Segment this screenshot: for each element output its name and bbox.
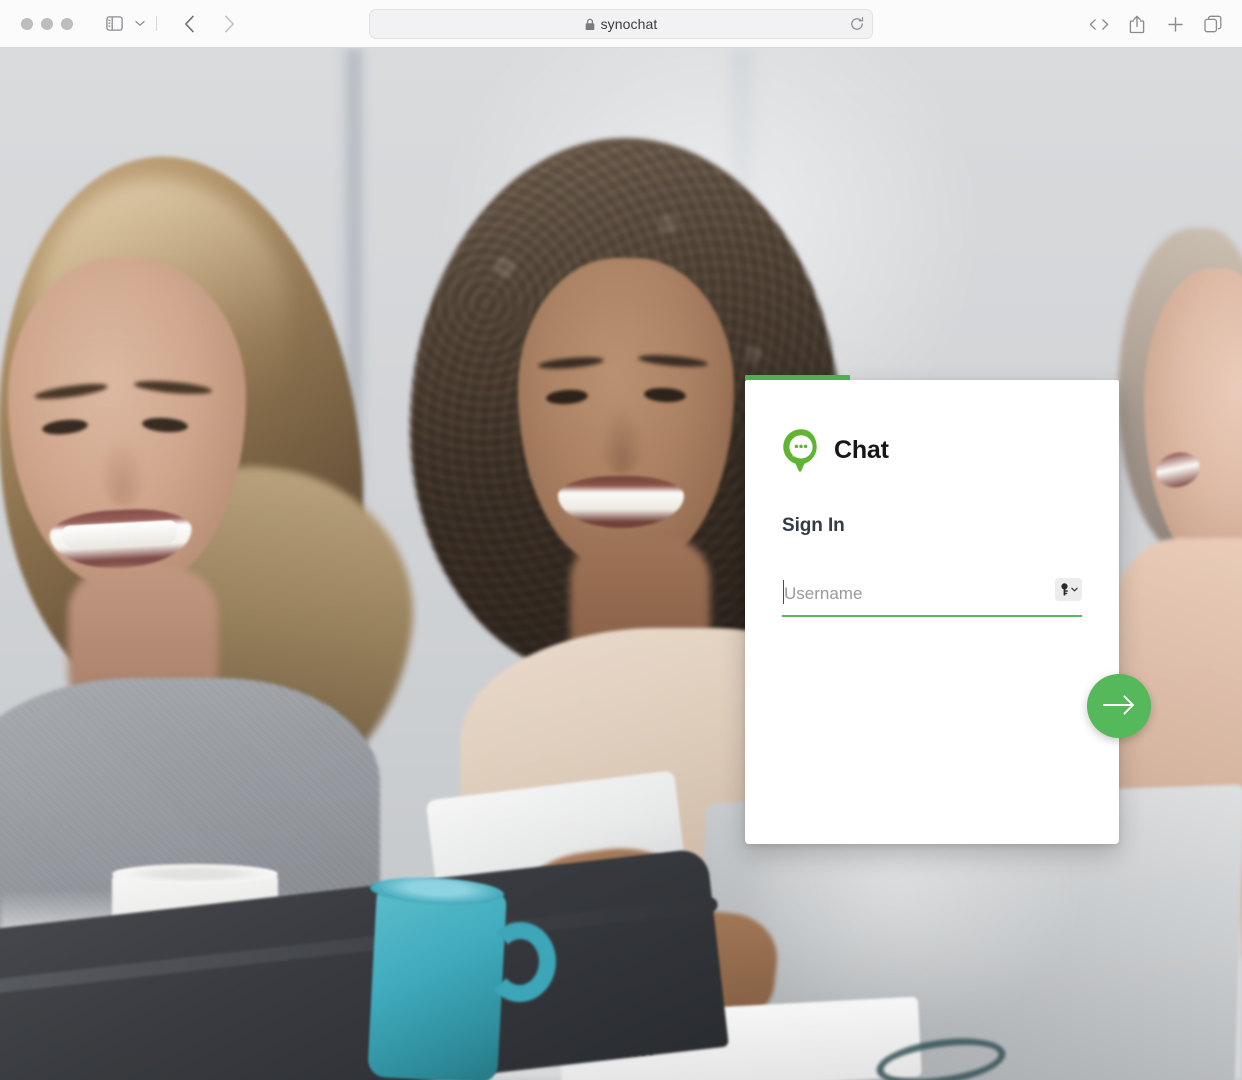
address-bar-container: synochat <box>369 9 873 39</box>
tab-overview-icon[interactable] <box>1198 10 1228 38</box>
brand-name: Chat <box>834 435 889 464</box>
brand-row: Chat <box>782 428 1082 472</box>
arrow-right-icon <box>1102 694 1136 719</box>
address-bar[interactable]: synochat <box>369 9 873 39</box>
chat-bubble-logo-icon <box>782 428 820 472</box>
forward-button[interactable] <box>214 10 244 38</box>
username-field-group <box>782 577 1082 617</box>
lock-icon <box>585 18 595 31</box>
text-caret <box>783 580 784 604</box>
new-tab-icon[interactable] <box>1160 10 1190 38</box>
url-text: synochat <box>600 16 658 32</box>
address-bar-content: synochat <box>585 16 658 32</box>
photo-person-left <box>0 138 432 1028</box>
inspector-icon[interactable] <box>1084 10 1114 38</box>
username-field-underline <box>782 615 1082 617</box>
minimize-window-button[interactable] <box>41 17 53 30</box>
photo-teal-mug <box>367 886 507 1080</box>
browser-toolbar: synochat <box>0 0 1242 48</box>
browser-window: synochat Chat Sign In Username <box>0 0 1242 1080</box>
toolbar-divider <box>156 16 157 31</box>
page-viewport: Chat Sign In <box>0 48 1242 1080</box>
reload-icon[interactable] <box>850 16 864 32</box>
close-window-button[interactable] <box>21 17 33 30</box>
photo-white-cup-rim <box>112 864 278 884</box>
window-traffic-lights <box>21 17 73 30</box>
share-icon[interactable] <box>1122 10 1152 38</box>
sidebar-controls <box>99 10 162 38</box>
signin-card-content: Chat Sign In <box>782 380 1082 617</box>
photo-person-center-nose <box>600 408 644 474</box>
sidebar-toggle-icon[interactable] <box>99 10 129 38</box>
page-title: Sign In <box>782 515 845 536</box>
password-autofill-button[interactable] <box>1055 578 1082 601</box>
back-button[interactable] <box>174 10 204 38</box>
navigation-controls <box>174 10 244 38</box>
zoom-window-button[interactable] <box>61 17 73 30</box>
chevron-down-icon[interactable] <box>131 10 149 38</box>
photo-person-left-nose <box>102 438 146 506</box>
username-input[interactable] <box>782 577 1082 611</box>
signin-submit-button[interactable] <box>1087 674 1151 738</box>
toolbar-right-actions <box>1084 0 1228 48</box>
signin-card: Chat Sign In <box>745 375 1119 844</box>
